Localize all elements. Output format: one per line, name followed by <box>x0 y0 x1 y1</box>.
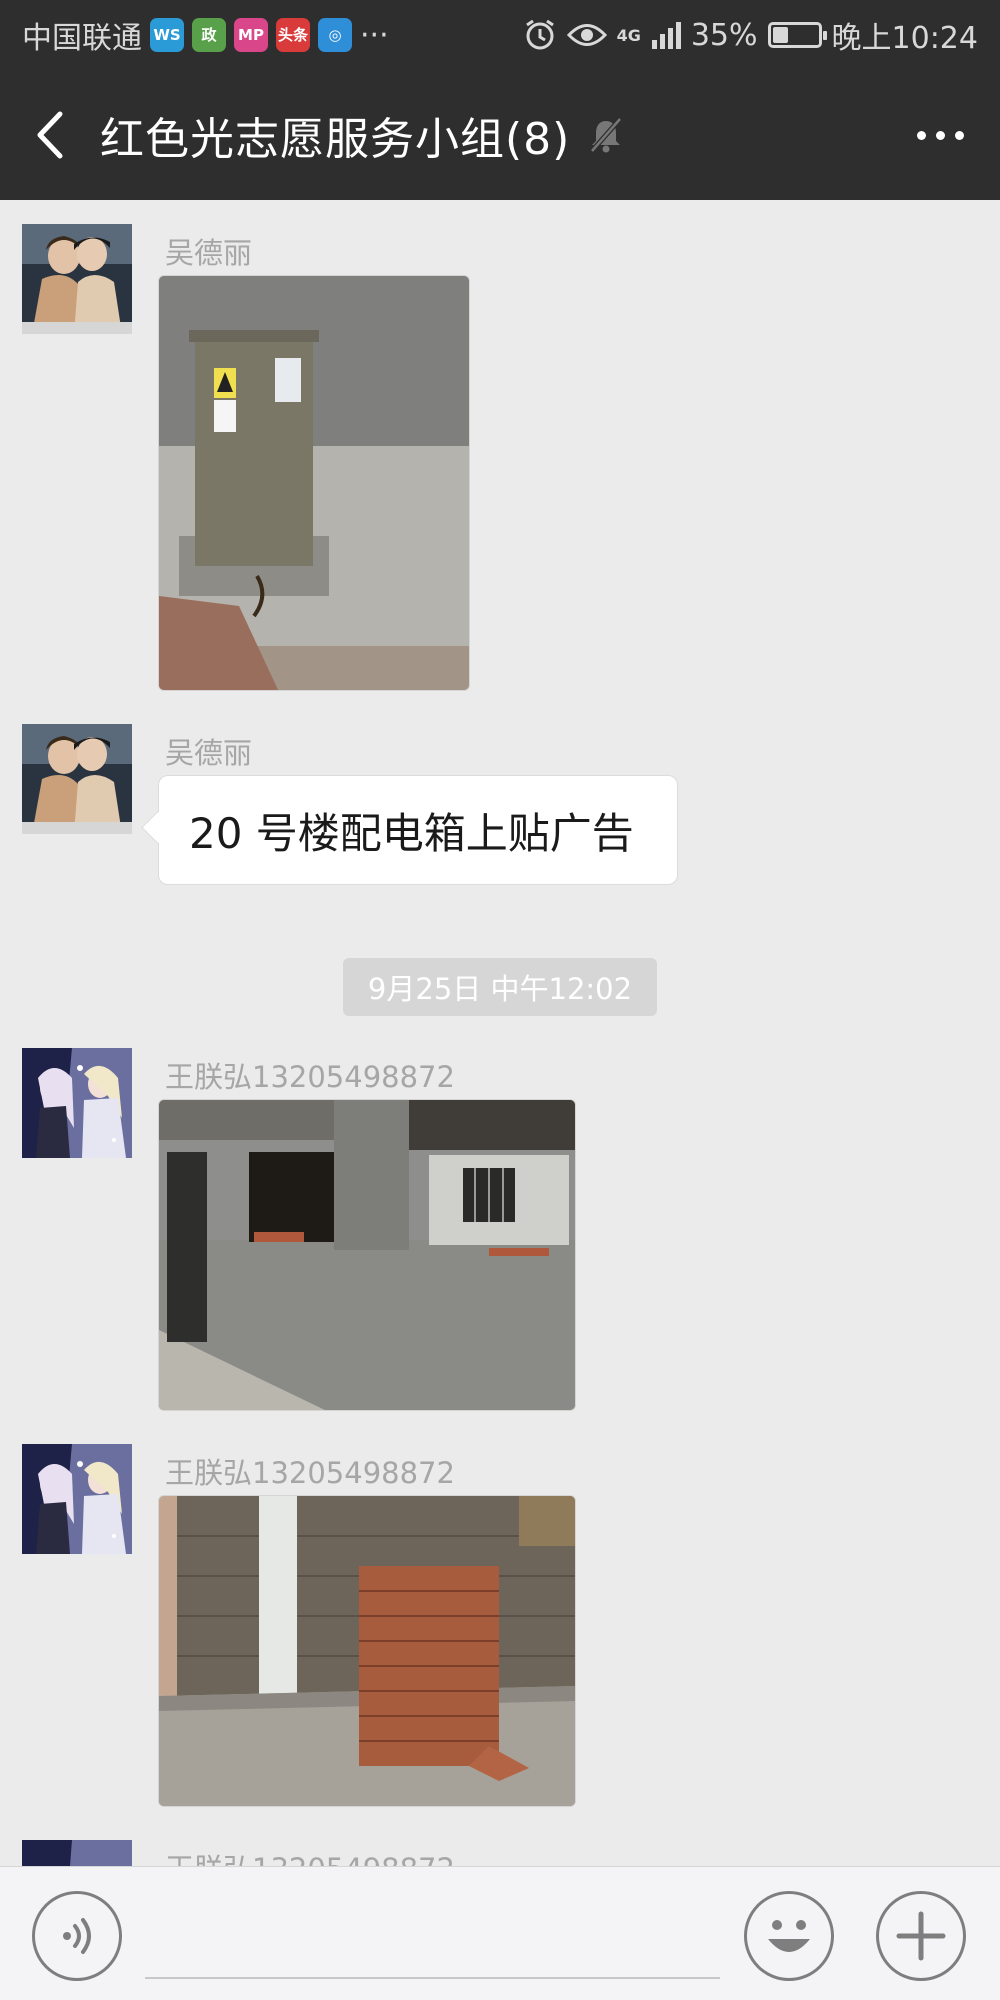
status-app-icon: WS <box>150 18 184 52</box>
image-message-building-wall[interactable] <box>158 1099 576 1411</box>
sender-name: 王朕弘13205498872 <box>165 1456 455 1490</box>
status-app-icon: 政 <box>192 18 226 52</box>
timestamp-divider: 9月25日 中午12:02 <box>343 958 657 1016</box>
status-app-icon: MP <box>234 18 268 52</box>
back-button[interactable] <box>0 70 100 200</box>
clock-label: 晚上10:24 <box>831 21 978 56</box>
avatar[interactable] <box>22 224 132 334</box>
avatar[interactable] <box>22 1840 132 1866</box>
voice-input-button[interactable] <box>32 1891 122 1981</box>
input-bar <box>0 1866 1000 2000</box>
image-message-brick-pile[interactable] <box>158 1495 576 1807</box>
status-app-icon: ◎ <box>318 18 352 52</box>
avatar[interactable] <box>22 1048 132 1158</box>
avatar[interactable] <box>22 1444 132 1554</box>
avatar[interactable] <box>22 724 132 834</box>
chat-title: 红色光志愿服务小组(8) <box>100 114 571 165</box>
sender-name: 吴德丽 <box>165 736 253 770</box>
carrier-label: 中国联通 <box>22 21 142 56</box>
image-message-electric-box[interactable] <box>158 275 470 691</box>
chevron-left-icon <box>37 111 63 159</box>
chat-info-button[interactable] <box>880 70 1000 200</box>
emoji-icon <box>768 1920 810 1952</box>
eye-icon <box>566 24 607 46</box>
battery-icon <box>767 22 827 48</box>
status-bar: 中国联通 WS 政 MP 头条 ◎ ··· 4G 35% 晚上10:24 <box>0 0 1000 70</box>
message-input[interactable] <box>145 1889 720 1979</box>
sender-name: 王朕弘13205498872 <box>165 1060 455 1094</box>
more-notifications-label: ··· <box>360 17 389 53</box>
signal-icon <box>651 22 681 49</box>
battery-percent: 35% <box>690 17 758 53</box>
status-app-icon: 头条 <box>276 18 310 52</box>
voice-icon <box>63 1918 91 1954</box>
emoji-button[interactable] <box>744 1891 834 1981</box>
sender-name: 吴德丽 <box>165 236 253 270</box>
plus-icon <box>896 1911 946 1961</box>
alarm-icon <box>525 19 554 50</box>
text-message[interactable]: 20 号楼配电箱上贴广告 <box>158 775 678 885</box>
network-label: 4G <box>616 25 641 45</box>
chat-header: 红色光志愿服务小组(8) <box>0 70 1000 200</box>
more-actions-button[interactable] <box>876 1891 966 1981</box>
mute-bell-icon <box>590 117 623 153</box>
